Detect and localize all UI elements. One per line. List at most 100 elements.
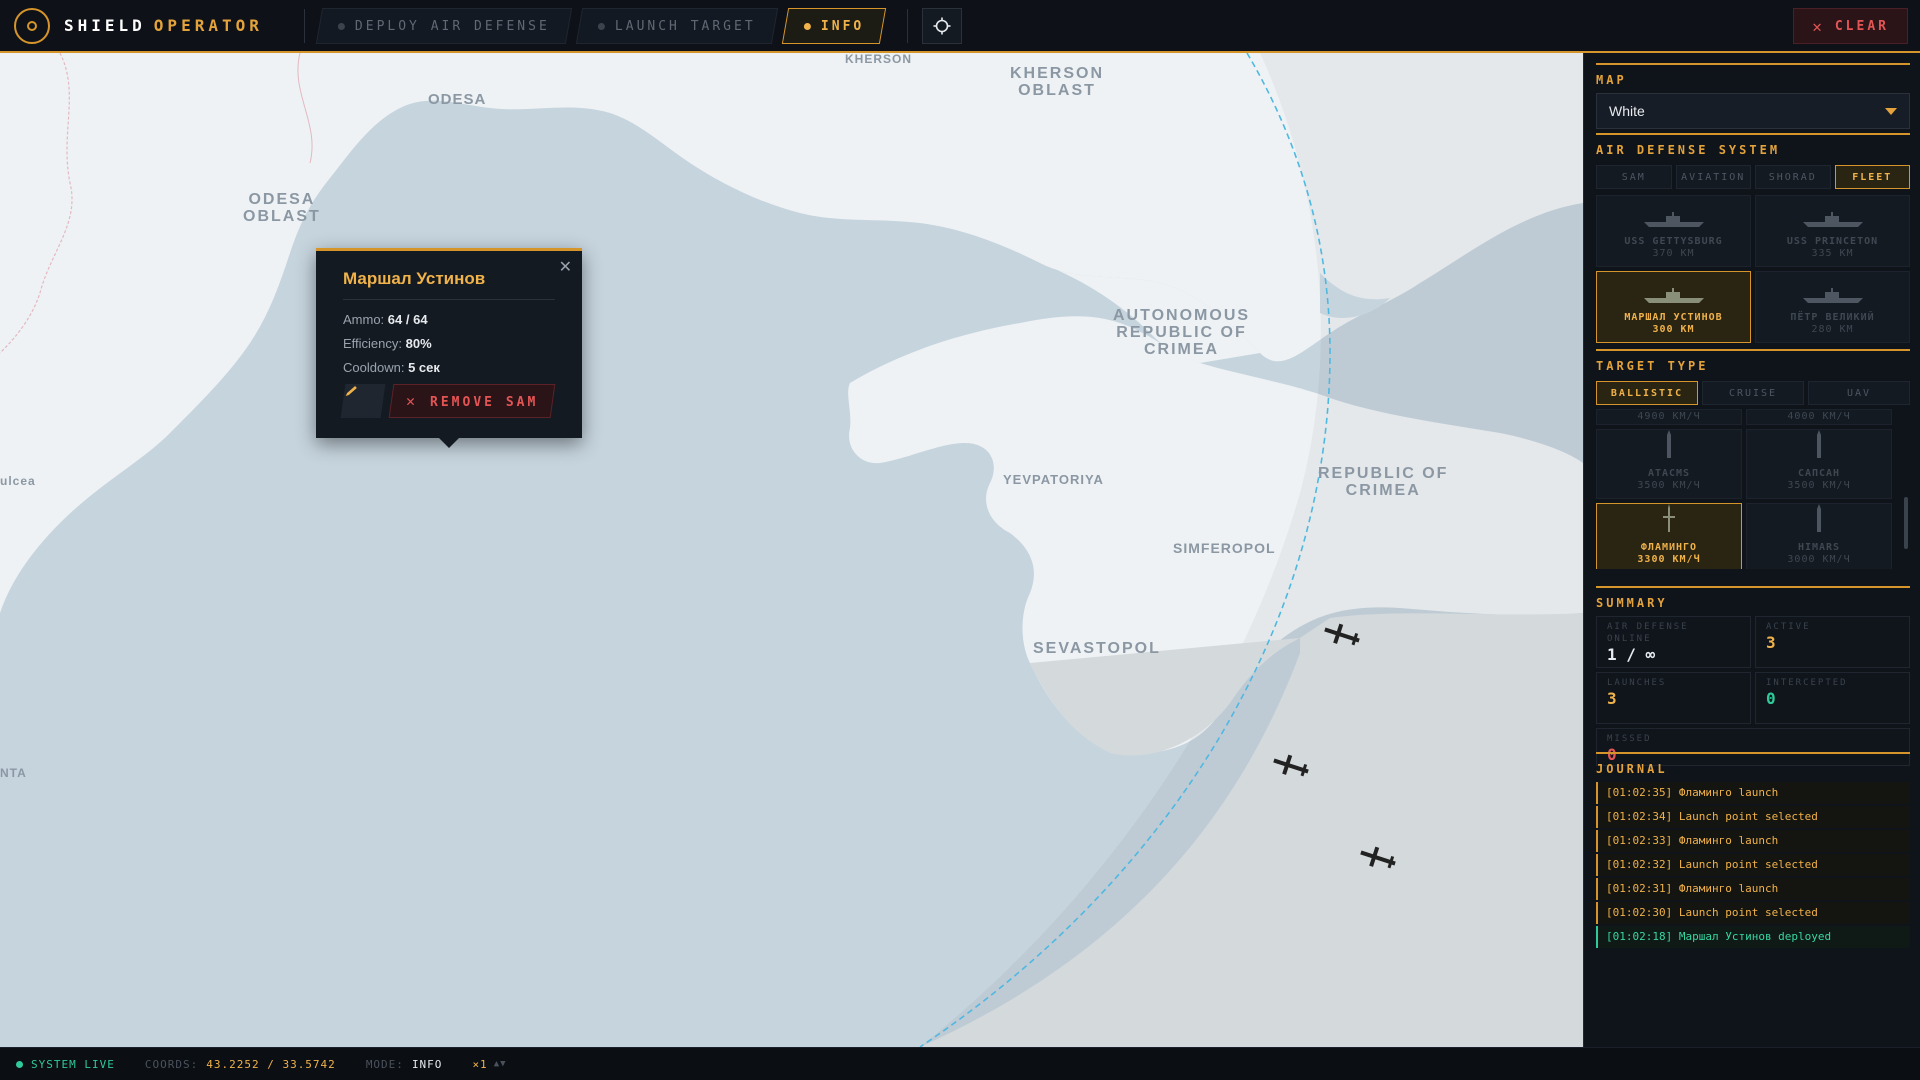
tab-fleet[interactable]: FLEET: [1834, 165, 1910, 189]
map-canvas[interactable]: KHERSON KHERSON OBLAST ODESA ODESA OBLAS…: [0, 53, 1583, 1047]
speed-multiplier[interactable]: ×1: [472, 1058, 487, 1071]
journal-entry: [01:02:32] Launch point selected: [1596, 854, 1910, 876]
tab-shorad[interactable]: SHORAD: [1755, 165, 1831, 189]
tab-ballistic[interactable]: BALLISTIC: [1596, 381, 1698, 405]
journal-entry: [01:02:30] Launch point selected: [1596, 902, 1910, 924]
missile-icon: [1667, 430, 1671, 458]
missile-icon: [1663, 504, 1675, 532]
remove-sam-button[interactable]: ✕ REMOVE SAM: [388, 384, 556, 418]
map-label-kherson: KHERSON: [845, 53, 913, 66]
popup-pointer: [438, 437, 460, 448]
app-logo: SHIELD OPERATOR: [0, 0, 290, 51]
unit-name: USS PRINCETON: [1786, 236, 1879, 247]
system-status: SYSTEM LIVE: [31, 1057, 115, 1071]
target-name: САПСАН: [1797, 468, 1841, 479]
app-title: SHIELD OPERATOR: [64, 16, 263, 35]
unit-range: 335 KM: [1811, 248, 1854, 259]
clear-label: CLEAR: [1834, 18, 1889, 34]
stat-air-defense-online: AIR DEFENSE ONLINE 1 / ∞: [1596, 616, 1751, 668]
map-style-select[interactable]: White: [1596, 93, 1910, 129]
speed-stepper-icon[interactable]: ▲▼: [494, 1059, 507, 1069]
target-speed: 3000 КМ/Ч: [1787, 554, 1851, 565]
close-icon[interactable]: ✕: [559, 257, 572, 276]
tab-cruise[interactable]: CRUISE: [1702, 381, 1804, 405]
journal-entry: [01:02:33] Фламинго launch: [1596, 830, 1910, 852]
ship-icon: [1643, 212, 1704, 227]
unit-info-popup: ✕ Маршал Устинов Ammo: 64 / 64 Efficienc…: [316, 248, 582, 448]
coords-label: COORDS:: [144, 1057, 199, 1071]
map-label-crimea-right: REPUBLIC OF CRIMEA: [1318, 465, 1449, 499]
stat-label: AIR DEFENSE ONLINE: [1607, 622, 1689, 644]
missile-icon: [1817, 504, 1821, 532]
tab-launch-target[interactable]: LAUNCH TARGET: [575, 7, 778, 44]
crosshair-button[interactable]: [921, 7, 962, 44]
target-card-himars[interactable]: HIMARS 3000 КМ/Ч: [1746, 503, 1892, 569]
target-card-sapsan[interactable]: САПСАН 3500 КМ/Ч: [1746, 429, 1892, 499]
edit-button[interactable]: [340, 384, 386, 418]
popup-title: Маршал Устинов: [343, 269, 555, 300]
clear-button[interactable]: ✕ CLEAR: [1793, 8, 1908, 44]
map-label-sevastopol: SEVASTOPOL: [1033, 640, 1161, 657]
target-speed: 3300 КМ/Ч: [1637, 554, 1701, 565]
target-type-tabs: BALLISTIC CRUISE UAV: [1596, 381, 1910, 405]
target-list[interactable]: 4900 КМ/Ч 4000 КМ/Ч ATACMS 3500 КМ/Ч САП…: [1596, 409, 1910, 569]
tab-aviation[interactable]: AVIATION: [1675, 165, 1751, 189]
cooldown-row: Cooldown: 5 сек: [343, 360, 555, 375]
close-icon: ✕: [406, 392, 419, 410]
mode-label: MODE:: [365, 1057, 404, 1071]
summary-section: SUMMARY AIR DEFENSE ONLINE 1 / ∞ ACTIVE …: [1596, 586, 1910, 766]
map-label-tulcea: ulcea: [0, 474, 36, 488]
journal-log[interactable]: [01:02:35] Фламинго launch [01:02:34] La…: [1596, 782, 1910, 948]
target-row-partial: 4900 КМ/Ч 4000 КМ/Ч: [1596, 409, 1892, 425]
divider: [906, 8, 908, 43]
map-label-crimea: AUTONOMOUS REPUBLIC OF CRIMEA: [1113, 307, 1251, 358]
tab-sam[interactable]: SAM: [1596, 165, 1672, 189]
map-section: MAP White: [1596, 63, 1910, 129]
unit-card-marshal-ustinov[interactable]: МАРШАЛ УСТИНОВ 300 KM: [1596, 271, 1751, 343]
ammo-label: Ammo:: [343, 312, 385, 327]
target-speed: 4900 КМ/Ч: [1596, 409, 1742, 425]
popup-actions: ✕ REMOVE SAM: [340, 384, 556, 418]
stat-value: 1 / ∞: [1607, 645, 1656, 664]
unit-range: 280 KM: [1811, 324, 1854, 335]
divider: [304, 8, 305, 43]
tab-deploy-air-defense[interactable]: DEPLOY AIR DEFENSE: [315, 7, 573, 44]
tab-label: LAUNCH TARGET: [614, 18, 756, 33]
pencil-icon: [345, 386, 357, 396]
shield-logo-icon: [14, 7, 50, 44]
stat-active: ACTIVE 3: [1755, 616, 1910, 668]
tab-info[interactable]: INFO: [781, 7, 887, 44]
stat-intercepted: INTERCEPTED 0: [1755, 672, 1910, 724]
target-card-flamingo[interactable]: ФЛАМИНГО 3300 КМ/Ч: [1596, 503, 1742, 569]
remove-sam-label: REMOVE SAM: [430, 395, 539, 410]
unit-name: USS GETTYSBURG: [1624, 236, 1723, 247]
tab-uav[interactable]: UAV: [1808, 381, 1910, 405]
coords-value: 43.2252 / 33.5742: [206, 1057, 336, 1071]
scrollbar-thumb[interactable]: [1904, 497, 1908, 549]
unit-range: 300 KM: [1652, 324, 1695, 335]
tab-label: DEPLOY AIR DEFENSE: [355, 18, 550, 33]
ammo-value: 64 / 64: [387, 312, 428, 327]
target-cards: ATACMS 3500 КМ/Ч САПСАН 3500 КМ/Ч ФЛАМИН…: [1596, 429, 1892, 569]
target-card-atacms[interactable]: ATACMS 3500 КМ/Ч: [1596, 429, 1742, 499]
unit-name: МАРШАЛ УСТИНОВ: [1624, 312, 1723, 323]
unit-card-uss-gettysburg[interactable]: USS GETTYSBURG 370 KM: [1596, 195, 1751, 267]
target-list-scrollbar[interactable]: [1902, 409, 1910, 569]
efficiency-label: Efficiency:: [343, 336, 403, 351]
cooldown-value: 5 сек: [408, 360, 440, 375]
target-speed: 3500 КМ/Ч: [1787, 480, 1851, 491]
target-name: ФЛАМИНГО: [1640, 542, 1698, 553]
ship-icon: [1802, 288, 1863, 303]
cooldown-label: Cooldown:: [343, 360, 405, 375]
ship-icon: [1643, 288, 1704, 303]
status-dot-icon: [803, 22, 811, 29]
app-title-primary: SHIELD: [64, 16, 146, 35]
stat-launches: LAUNCHES 3: [1596, 672, 1751, 724]
status-dot-icon: [16, 1060, 23, 1068]
unit-card-pyotr-velikiy[interactable]: ПЁТР ВЕЛИКИЙ 280 KM: [1755, 271, 1910, 343]
unit-card-uss-princeton[interactable]: USS PRINCETON 335 KM: [1755, 195, 1910, 267]
mode-value: INFO: [411, 1057, 443, 1071]
status-dot-icon: [338, 22, 345, 29]
target-name: HIMARS: [1797, 542, 1841, 553]
air-defense-cards: USS GETTYSBURG 370 KM USS PRINCETON 335 …: [1596, 195, 1910, 343]
